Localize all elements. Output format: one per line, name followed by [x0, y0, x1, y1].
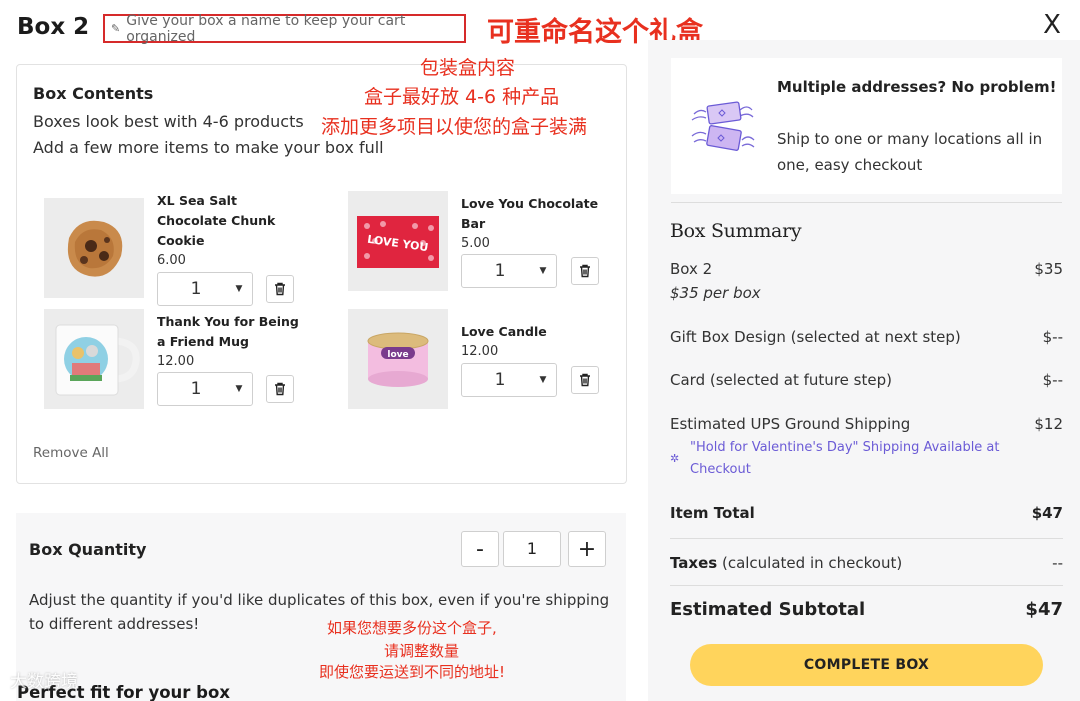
sparkle-icon: ✲ — [670, 452, 680, 465]
product-price-candle: 12.00 — [461, 344, 499, 359]
annotation-contents-2: 盒子最好放 4-6 种产品 — [364, 86, 560, 108]
caret-down-icon: ▼ — [539, 266, 547, 276]
product-image-candle: love — [348, 309, 448, 409]
taxes-label-note: (calculated in checkout) — [717, 554, 903, 572]
quantity-select-cookie[interactable]: 1 ▼ — [157, 272, 253, 306]
remove-all-link[interactable]: Remove All — [33, 445, 109, 461]
summary-card-value: $-- — [1042, 371, 1063, 389]
summary-per-box: $35 per box — [670, 284, 761, 302]
product-name-cookie: XL Sea Salt Chocolate Chunk Cookie — [157, 191, 275, 251]
product-name-line: Love Candle — [461, 324, 547, 339]
annotation-contents-3: 添加更多项目以使您的盒子装满 — [321, 116, 588, 138]
remove-chocolate-bar-button[interactable] — [571, 257, 599, 285]
product-price-chocolate-bar: 5.00 — [461, 236, 490, 251]
product-name-candle: Love Candle — [461, 322, 547, 342]
quantity-value: 1 — [494, 261, 506, 281]
box-title: Box 2 — [17, 14, 90, 40]
trash-icon — [580, 373, 590, 387]
summary-gift-design-label: Gift Box Design (selected at next step) — [670, 328, 961, 346]
quantity-value: 1 — [190, 279, 202, 299]
multiple-addresses-body: Ship to one or many locations all in one… — [777, 130, 1043, 174]
item-total-value: $47 — [1031, 504, 1063, 522]
divider — [671, 202, 1062, 203]
quantity-select-mug[interactable]: 1 ▼ — [157, 372, 253, 406]
trash-icon — [275, 382, 285, 396]
product-image-mug — [44, 309, 144, 409]
product-name-line: Cookie — [157, 233, 205, 248]
quantity-select-candle[interactable]: 1 ▼ — [461, 363, 557, 397]
product-name-line: Love You Chocolate — [461, 196, 599, 211]
summary-box-label: Box 2 — [670, 260, 713, 278]
product-name-line: Bar — [461, 216, 486, 231]
box-contents-heading: Box Contents — [33, 84, 154, 103]
watermark-logo: 大数跨境 — [10, 672, 78, 692]
item-total-label: Item Total — [670, 504, 755, 522]
trash-icon — [580, 264, 590, 278]
box-name-input[interactable]: ✎ Give your box a name to keep your cart… — [103, 12, 466, 45]
box-quantity-description: Adjust the quantity if you'd like duplic… — [29, 591, 610, 633]
product-name-line: Thank You for Being — [157, 314, 299, 329]
candle-label-text: love — [387, 350, 408, 360]
caret-down-icon: ▼ — [539, 375, 547, 385]
divider — [670, 538, 1063, 539]
annotation-quantity-2: 请调整数量 — [384, 642, 460, 660]
estimated-subtotal-label: Estimated Subtotal — [670, 599, 866, 620]
close-button[interactable]: X — [1040, 10, 1064, 40]
box-name-placeholder: Give your box a name to keep your cart o… — [126, 12, 406, 45]
pencil-icon: ✎ — [111, 22, 121, 35]
annotation-contents-1: 包装盒内容 — [420, 57, 516, 79]
remove-candle-button[interactable] — [571, 366, 599, 394]
estimated-subtotal-value: $47 — [1025, 599, 1063, 620]
taxes-label: Taxes (calculated in checkout) — [670, 554, 902, 572]
product-name-mug: Thank You for Being a Friend Mug — [157, 312, 299, 352]
divider — [670, 585, 1063, 586]
product-name-chocolate-bar: Love You Chocolate Bar — [461, 194, 598, 234]
summary-gift-design-value: $-- — [1042, 328, 1063, 346]
taxes-value: -- — [1052, 554, 1063, 572]
product-price-mug: 12.00 — [157, 354, 195, 369]
summary-shipping-label: Estimated UPS Ground Shipping — [670, 415, 911, 433]
quantity-value: 1 — [190, 379, 202, 399]
product-price-cookie: 6.00 — [157, 253, 186, 268]
box-summary-title: Box Summary — [670, 220, 802, 242]
complete-box-button[interactable]: COMPLETE BOX — [690, 644, 1043, 686]
annotation-quantity-3: 即使您要运送到不同的地址! — [319, 663, 506, 681]
product-image-chocolate-bar: LOVE YOU — [348, 191, 448, 291]
increase-quantity-button[interactable]: + — [568, 531, 606, 567]
multiple-addresses-title: Multiple addresses? No problem! — [777, 78, 1057, 96]
annotation-quantity-1: 如果您想要多份这个盒子, — [327, 619, 497, 637]
decrease-quantity-button[interactable]: - — [461, 531, 499, 567]
trash-icon — [275, 282, 285, 296]
box-quantity-input[interactable]: 1 — [503, 531, 561, 567]
summary-card-label: Card (selected at future step) — [670, 371, 892, 389]
caret-down-icon: ▼ — [235, 384, 243, 394]
valentine-shipping-note[interactable]: "Hold for Valentine's Day" Shipping Avai… — [690, 437, 1035, 481]
flying-boxes-icon — [690, 98, 756, 168]
quantity-select-chocolate-bar[interactable]: 1 ▼ — [461, 254, 557, 288]
box-contents-hint-1: Boxes look best with 4-6 products — [33, 112, 304, 131]
box-quantity-heading: Box Quantity — [29, 540, 147, 559]
product-name-line: XL Sea Salt — [157, 193, 237, 208]
taxes-label-bold: Taxes — [670, 554, 718, 572]
summary-box-price: $35 — [1034, 260, 1063, 278]
product-name-line: Chocolate Chunk — [157, 213, 276, 228]
product-image-cookie — [44, 198, 144, 298]
product-name-line: a Friend Mug — [157, 334, 249, 349]
caret-down-icon: ▼ — [235, 284, 243, 294]
summary-shipping-value: $12 — [1034, 415, 1063, 433]
remove-cookie-button[interactable] — [266, 275, 294, 303]
quantity-value: 1 — [494, 370, 506, 390]
remove-mug-button[interactable] — [266, 375, 294, 403]
